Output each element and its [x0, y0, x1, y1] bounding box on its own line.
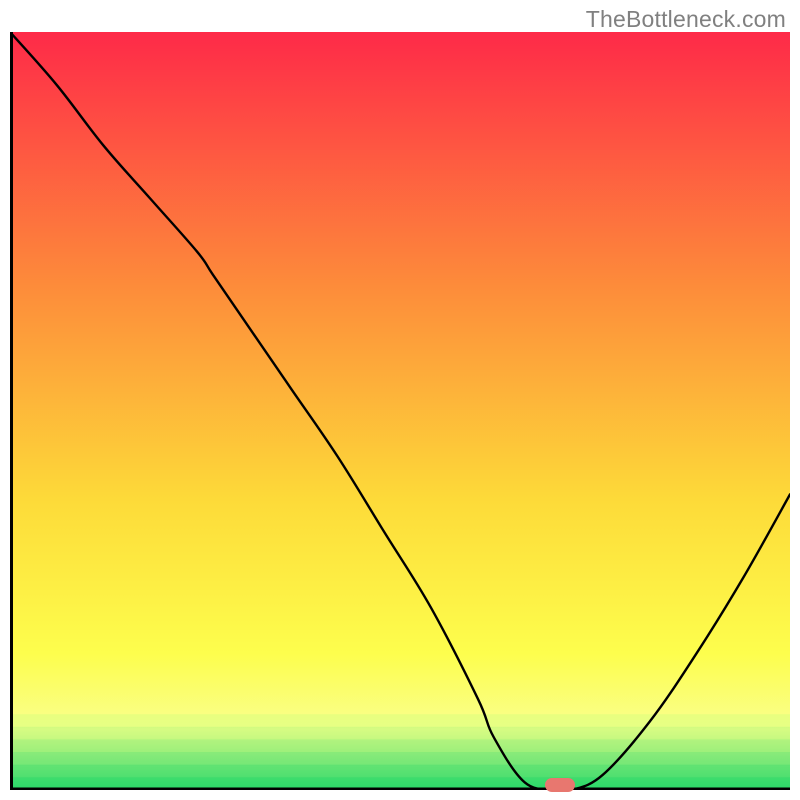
- green-band: [10, 739, 790, 752]
- chart-frame: TheBottleneck.com: [0, 0, 800, 800]
- gradient-background: [10, 32, 790, 790]
- green-band: [10, 765, 790, 778]
- green-band: [10, 752, 790, 765]
- green-bands: [10, 714, 790, 790]
- chart-svg: [10, 32, 790, 790]
- optimal-marker: [545, 778, 575, 792]
- watermark: TheBottleneck.com: [586, 6, 786, 33]
- plot-area: [10, 32, 790, 790]
- green-band: [10, 714, 790, 727]
- green-band: [10, 727, 790, 740]
